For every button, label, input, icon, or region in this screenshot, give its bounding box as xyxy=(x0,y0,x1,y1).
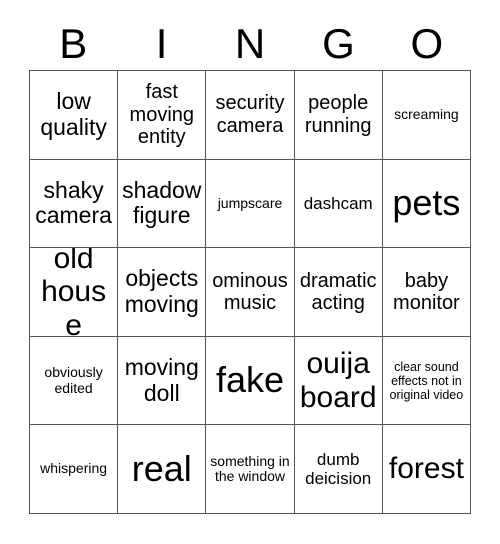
bingo-cell-label: security camera xyxy=(215,92,285,137)
bingo-cell[interactable]: obviously edited xyxy=(30,336,119,426)
bingo-cell[interactable]: dashcam xyxy=(294,159,383,249)
bingo-cell-label: dramatic acting xyxy=(299,269,377,314)
bingo-header-letter-o: O xyxy=(410,20,444,67)
bingo-cell-label: shaky camera xyxy=(35,176,112,229)
bingo-cell[interactable]: real xyxy=(118,425,207,514)
bingo-cell-label: dumb deicision xyxy=(305,450,372,489)
bingo-cell[interactable]: objects moving xyxy=(118,248,207,337)
bingo-cell-label: jumpscare xyxy=(217,194,283,211)
bingo-card: B I N G O low quality fast moving entity… xyxy=(0,0,500,544)
bingo-cell[interactable]: something in the window xyxy=(206,425,295,514)
bingo-cell-label: something in the window xyxy=(210,452,290,485)
bingo-header-letter-b: B xyxy=(59,20,88,67)
bingo-cell-label: ominous music xyxy=(212,269,288,314)
bingo-cell-label: obviously edited xyxy=(44,363,103,396)
bingo-cell[interactable]: clear sound effects not in original vide… xyxy=(382,336,471,426)
bingo-cell-label: whispering xyxy=(40,460,108,477)
bingo-cell[interactable]: low quality xyxy=(30,71,119,160)
bingo-cell-label: clear sound effects not in original vide… xyxy=(389,359,464,402)
bingo-header-letter-i: I xyxy=(155,20,168,67)
bingo-cell[interactable]: old house xyxy=(30,248,119,337)
bingo-grid: low quality fast moving entity security … xyxy=(29,70,471,514)
bingo-cell[interactable]: fake xyxy=(206,336,295,426)
bingo-cell-label: screaming xyxy=(394,105,459,122)
bingo-cell[interactable]: dramatic acting xyxy=(294,248,383,337)
bingo-cell-label: dashcam xyxy=(303,193,373,213)
bingo-cell[interactable]: whispering xyxy=(30,425,119,514)
bingo-cell-label: baby monitor xyxy=(393,269,460,314)
bingo-cell-label: people running xyxy=(304,92,372,137)
bingo-cell-label: moving doll xyxy=(124,353,199,406)
bingo-cell[interactable]: dumb deicision xyxy=(294,425,383,514)
bingo-cell[interactable]: jumpscare xyxy=(206,159,295,249)
bingo-cell-label: fake xyxy=(215,359,285,401)
bingo-cell[interactable]: shadow figure xyxy=(118,159,207,249)
bingo-cell-label: real xyxy=(131,448,192,490)
bingo-cell[interactable]: security camera xyxy=(206,71,295,160)
bingo-cell-label: low quality xyxy=(40,88,107,140)
bingo-cell[interactable]: screaming xyxy=(382,71,471,160)
bingo-cell[interactable]: fast moving entity xyxy=(118,71,207,160)
bingo-header-row: B I N G O xyxy=(29,18,471,70)
bingo-cell[interactable]: moving doll xyxy=(118,336,207,426)
bingo-cell-label: shadow figure xyxy=(122,176,202,229)
bingo-cell[interactable]: pets xyxy=(382,159,471,249)
bingo-cell-label: forest xyxy=(388,452,464,486)
bingo-cell[interactable]: shaky camera xyxy=(30,159,119,249)
bingo-cell[interactable]: baby monitor xyxy=(382,248,471,337)
bingo-cell[interactable]: ouija board xyxy=(294,336,383,426)
bingo-cell-label: fast moving entity xyxy=(129,81,195,148)
bingo-cell-label: objects moving xyxy=(124,265,199,317)
bingo-cell[interactable]: people running xyxy=(294,71,383,160)
bingo-cell[interactable]: forest xyxy=(382,425,471,514)
bingo-cell[interactable]: ominous music xyxy=(206,248,295,337)
bingo-cell-label: pets xyxy=(392,182,461,224)
bingo-header-letter-g: G xyxy=(322,20,355,67)
bingo-cell-label: old house xyxy=(41,248,107,337)
bingo-cell-label: ouija board xyxy=(299,347,377,414)
bingo-header-letter-n: N xyxy=(234,20,266,67)
